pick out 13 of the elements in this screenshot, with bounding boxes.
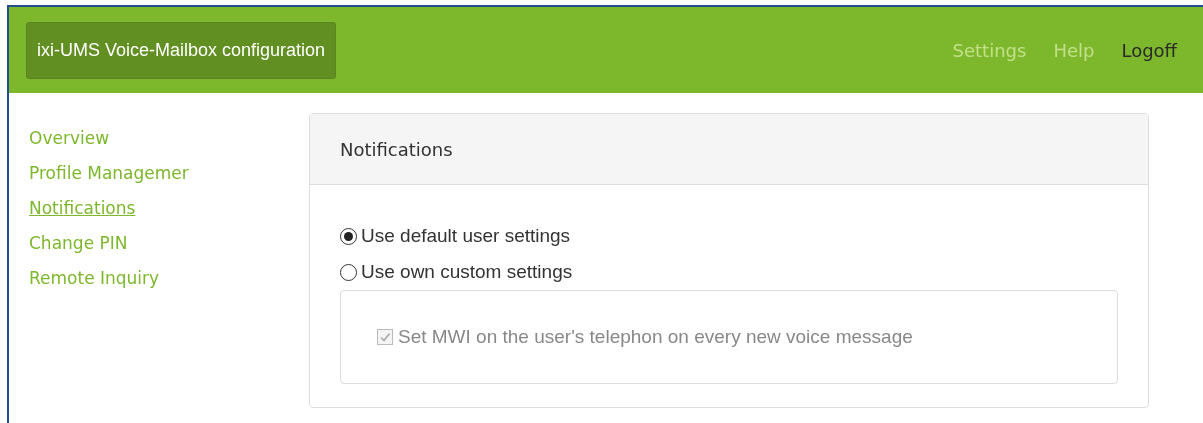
sidebar-link[interactable]: Notifications	[29, 191, 309, 226]
checkbox-label: Set MWI on the user's telephon on every new voice message	[398, 326, 913, 348]
sidebar-link[interactable]: Change PIN	[29, 226, 309, 261]
sidebar-link[interactable]: Profile Managemer	[29, 156, 309, 191]
sidebar-link[interactable]: Overview	[29, 121, 309, 156]
radio-label: Use default user settings	[361, 225, 571, 247]
app-title[interactable]: ixi-UMS Voice-Mailbox configuration	[26, 21, 337, 79]
nav-link[interactable]: Logoff	[1121, 39, 1177, 61]
panel-title: Notifications	[310, 114, 1148, 185]
nav-link[interactable]: Settings	[952, 39, 1027, 61]
radio-label: Use own custom settings	[361, 261, 573, 283]
nav-link[interactable]: Help	[1053, 39, 1095, 61]
sidebar-link[interactable]: Remote Inquiry	[29, 261, 309, 296]
